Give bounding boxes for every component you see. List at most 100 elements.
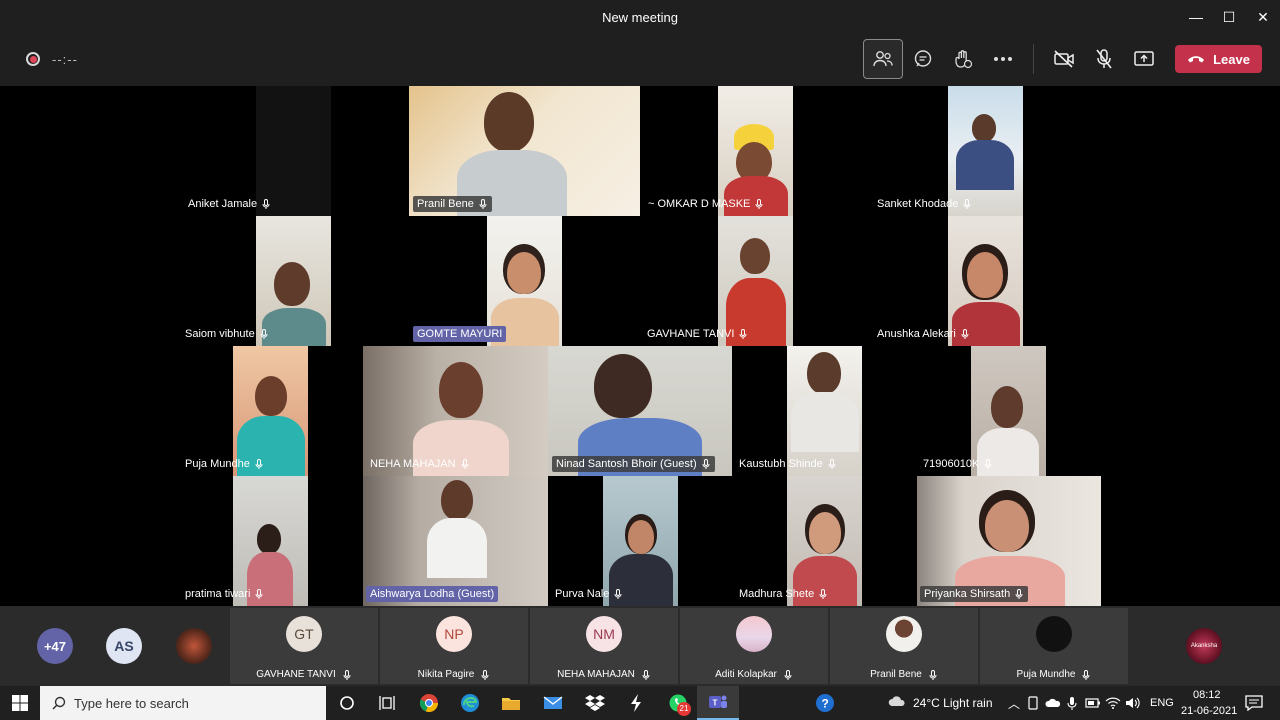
participant-tile[interactable]: NP Nikita Pagire: [380, 608, 528, 684]
whatsapp-taskbar-button[interactable]: 21: [667, 692, 691, 716]
participant-name: ~ OMKAR D MASKE: [644, 196, 768, 212]
participant-name: GOMTE MAYURI: [413, 326, 507, 342]
avatar: GT: [286, 616, 322, 652]
search-placeholder: Type here to search: [74, 695, 189, 711]
volume-icon[interactable]: [1124, 692, 1142, 714]
chrome-icon: [419, 694, 438, 713]
chat-button[interactable]: [903, 39, 943, 79]
more-participants-badge[interactable]: +47: [37, 628, 73, 664]
leave-button[interactable]: Leave: [1175, 45, 1262, 73]
dropbox-taskbar-button[interactable]: [584, 692, 606, 714]
hang-up-icon: [1188, 56, 1205, 63]
tray-device-icon[interactable]: [1026, 692, 1040, 714]
svg-text:T: T: [713, 699, 718, 708]
avatar: NP: [436, 616, 472, 652]
chevron-up-icon[interactable]: ︿: [1008, 695, 1020, 712]
participant-name: Nikita Pagire: [380, 669, 528, 680]
participant-name: GAVHANE TANVI: [643, 326, 752, 342]
weather-button[interactable]: [886, 692, 908, 714]
share-icon: [1134, 51, 1154, 66]
mic-icon: [784, 669, 792, 680]
close-button[interactable]: ✕: [1246, 0, 1280, 34]
avatar[interactable]: Akanksha: [1186, 628, 1222, 664]
participant-name: Aishwarya Lodha (Guest): [366, 586, 499, 602]
file-explorer-taskbar-button[interactable]: [500, 692, 522, 714]
camera-toggle-button[interactable]: [1044, 39, 1084, 79]
participant-name: Kaustubh Shinde: [735, 456, 841, 472]
teams-meeting-window: New meeting — ☐ ✕ --:-- Leave Aniket Jam…: [0, 0, 1280, 720]
language-indicator[interactable]: ENG: [1150, 697, 1174, 709]
participant-tile[interactable]: Puja Mundhe: [980, 608, 1128, 684]
participant-tile[interactable]: Aditi Kolapkar: [680, 608, 828, 684]
mic-icon: [702, 459, 710, 469]
mic-icon: [614, 589, 622, 599]
task-view-button[interactable]: [376, 692, 398, 714]
onedrive-icon[interactable]: [1044, 692, 1062, 714]
more-actions-button[interactable]: [983, 39, 1023, 79]
participant-name: pratima tiwari: [181, 586, 268, 602]
teams-taskbar-button[interactable]: T: [697, 686, 739, 720]
mic-icon: [642, 669, 650, 680]
teams-icon: T: [709, 695, 727, 708]
edge-icon: [461, 694, 479, 712]
chat-icon: [914, 50, 932, 67]
share-screen-button[interactable]: [1124, 39, 1164, 79]
avatar[interactable]: [176, 628, 212, 664]
participant-name: Madhura Shete: [735, 586, 832, 602]
folder-icon: [502, 698, 520, 710]
participant-tile[interactable]: GT GAVHANE TANVI: [230, 608, 378, 684]
mic-icon: [755, 199, 763, 209]
more-icon: [994, 57, 1012, 61]
cortana-button[interactable]: [336, 692, 358, 714]
help-taskbar-button[interactable]: ?: [814, 692, 836, 714]
maximize-button[interactable]: ☐: [1212, 0, 1246, 34]
participant-name: Saiom vibhute: [181, 326, 273, 342]
clock-time[interactable]: 08:12: [1193, 689, 1221, 701]
participant-name: NEHA MAHAJAN: [530, 669, 678, 680]
battery-icon[interactable]: [1084, 692, 1102, 714]
mic-icon: [255, 589, 263, 599]
clock-date[interactable]: 21-06-2021: [1181, 705, 1237, 717]
bolt-icon: [631, 694, 641, 712]
leave-label: Leave: [1213, 51, 1250, 67]
participant-name: Ninad Santosh Bhoir (Guest): [552, 456, 715, 472]
chrome-taskbar-button[interactable]: [418, 692, 440, 714]
avatar: [1036, 616, 1072, 652]
reactions-button[interactable]: [943, 39, 983, 79]
task-view-icon: [379, 696, 395, 710]
wifi-icon[interactable]: [1104, 692, 1122, 714]
participant-name: Aniket Jamale: [184, 196, 275, 212]
edge-taskbar-button[interactable]: [459, 692, 481, 714]
mic-icon: [260, 329, 268, 339]
mic-icon: [343, 669, 351, 680]
minimize-button[interactable]: —: [1179, 0, 1213, 34]
avatar[interactable]: AS: [106, 628, 142, 664]
mic-icon: [1082, 669, 1090, 680]
mail-taskbar-button[interactable]: [542, 692, 564, 714]
cloud-rain-icon: [888, 696, 905, 706]
video-grid: Aniket Jamale Pranil Bene ~ OMKAR D MASK…: [0, 86, 1280, 606]
participant-strip: +47 AS GT GAVHANE TANVI NP Nikita Pagire…: [0, 606, 1280, 686]
participant-tile[interactable]: Pranil Bene: [830, 608, 978, 684]
mic-icon: [479, 199, 487, 209]
mic-icon: [461, 459, 469, 469]
raise-hand-icon: [955, 50, 973, 69]
participants-button[interactable]: [863, 39, 903, 79]
windows-start-button[interactable]: [9, 692, 31, 714]
weather-text[interactable]: 24°C Light rain: [913, 696, 993, 710]
microphone-tray-icon[interactable]: [1064, 692, 1080, 714]
taskbar-search-box[interactable]: Type here to search: [40, 686, 326, 720]
mic-icon: [819, 589, 827, 599]
notifications-button[interactable]: [1243, 692, 1265, 714]
participant-name: Sanket Khodade: [873, 196, 976, 212]
mic-icon: [828, 459, 836, 469]
mail-icon: [543, 696, 563, 709]
avatar: [736, 616, 772, 652]
participant-tile[interactable]: NM NEHA MAHAJAN: [530, 608, 678, 684]
mic-toggle-button[interactable]: [1084, 39, 1124, 79]
app-taskbar-button[interactable]: [625, 692, 647, 714]
participant-name: GAVHANE TANVI: [230, 669, 378, 680]
title-bar: New meeting — ☐ ✕: [0, 0, 1280, 34]
mic-icon: [1015, 589, 1023, 599]
avatar: NM: [586, 616, 622, 652]
